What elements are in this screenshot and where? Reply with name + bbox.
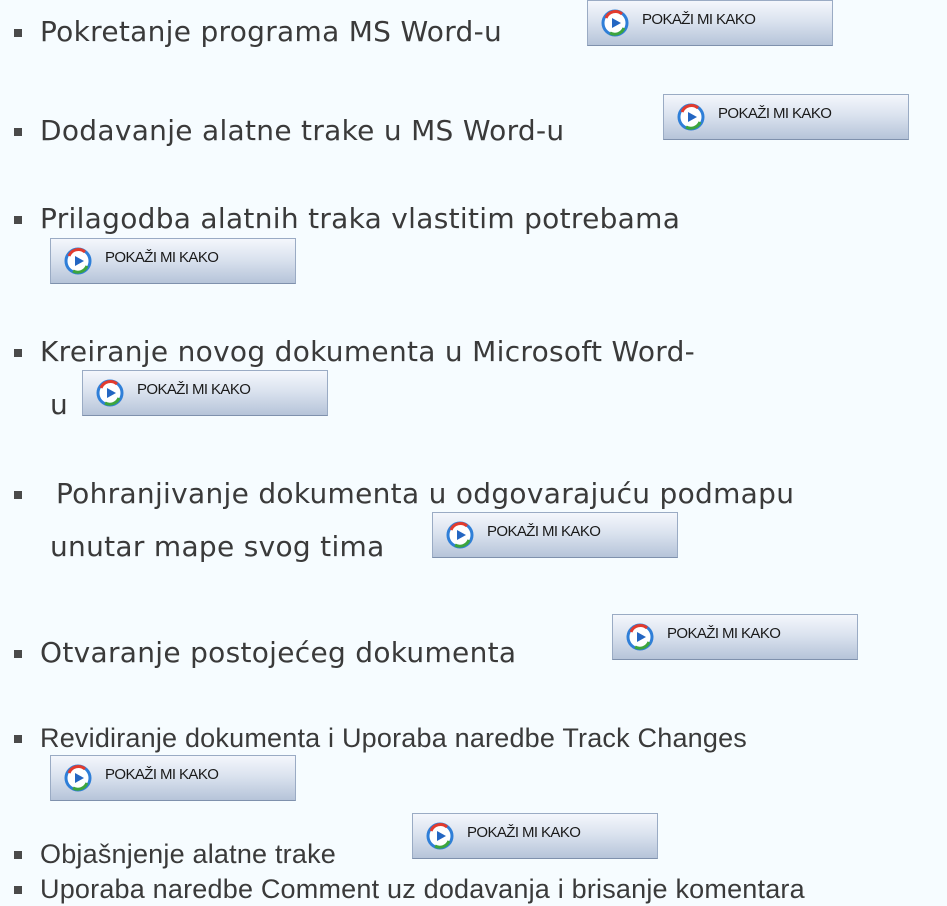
bullet-icon — [14, 128, 22, 136]
show-me-how-button[interactable]: POKAŽI MI KAKO — [612, 614, 858, 660]
show-me-how-button[interactable]: POKAŽI MI KAKO — [50, 755, 296, 801]
media-play-icon — [677, 103, 705, 131]
button-label: POKAŽI MI KAKO — [467, 824, 581, 841]
media-play-icon — [64, 247, 92, 275]
item-text: Otvaranje postojećeg dokumenta — [40, 636, 517, 669]
item-text: Prilagodba alatnih traka vlastitim potre… — [40, 202, 681, 235]
media-play-icon — [626, 623, 654, 651]
bullet-icon — [14, 735, 22, 743]
bullet-icon — [14, 491, 22, 499]
button-label: POKAŽI MI KAKO — [642, 11, 756, 28]
media-play-icon — [64, 764, 92, 792]
button-label: POKAŽI MI KAKO — [667, 625, 781, 642]
bullet-icon — [14, 216, 22, 224]
media-play-icon — [446, 521, 474, 549]
button-label: POKAŽI MI KAKO — [105, 249, 219, 266]
item-text-continuation: u — [50, 388, 69, 421]
media-play-icon — [601, 9, 629, 37]
item-text: Objašnjenje alatne trake — [40, 839, 336, 869]
show-me-how-button[interactable]: POKAŽI MI KAKO — [663, 94, 909, 140]
item-text-continuation: unutar mape svog tima — [50, 530, 385, 563]
show-me-how-button[interactable]: POKAŽI MI KAKO — [587, 0, 833, 46]
show-me-how-button[interactable]: POKAŽI MI KAKO — [412, 813, 658, 859]
button-label: POKAŽI MI KAKO — [105, 766, 219, 783]
item-text: Revidiranje dokumenta i Uporaba naredbe … — [40, 723, 748, 753]
button-label: POKAŽI MI KAKO — [718, 105, 832, 122]
show-me-how-button[interactable]: POKAŽI MI KAKO — [82, 370, 328, 416]
media-play-icon — [96, 379, 124, 407]
button-label: POKAŽI MI KAKO — [487, 523, 601, 540]
item-text: Uporaba naredbe Comment uz dodavanja i b… — [40, 874, 805, 904]
bullet-icon — [14, 650, 22, 658]
show-me-how-button[interactable]: POKAŽI MI KAKO — [50, 238, 296, 284]
bullet-icon — [14, 851, 22, 859]
button-label: POKAŽI MI KAKO — [137, 381, 251, 398]
item-text: Pokretanje programa MS Word-u — [40, 15, 503, 48]
media-play-icon — [426, 822, 454, 850]
bullet-icon — [14, 886, 22, 894]
item-text: Dodavanje alatne trake u MS Word-u — [40, 114, 565, 147]
bullet-icon — [14, 29, 22, 37]
item-text: Kreiranje novog dokumenta u Microsoft Wo… — [40, 335, 696, 368]
item-text: Pohranjivanje dokumenta u odgovarajuću p… — [56, 477, 795, 510]
bullet-icon — [14, 349, 22, 357]
show-me-how-button[interactable]: POKAŽI MI KAKO — [432, 512, 678, 558]
